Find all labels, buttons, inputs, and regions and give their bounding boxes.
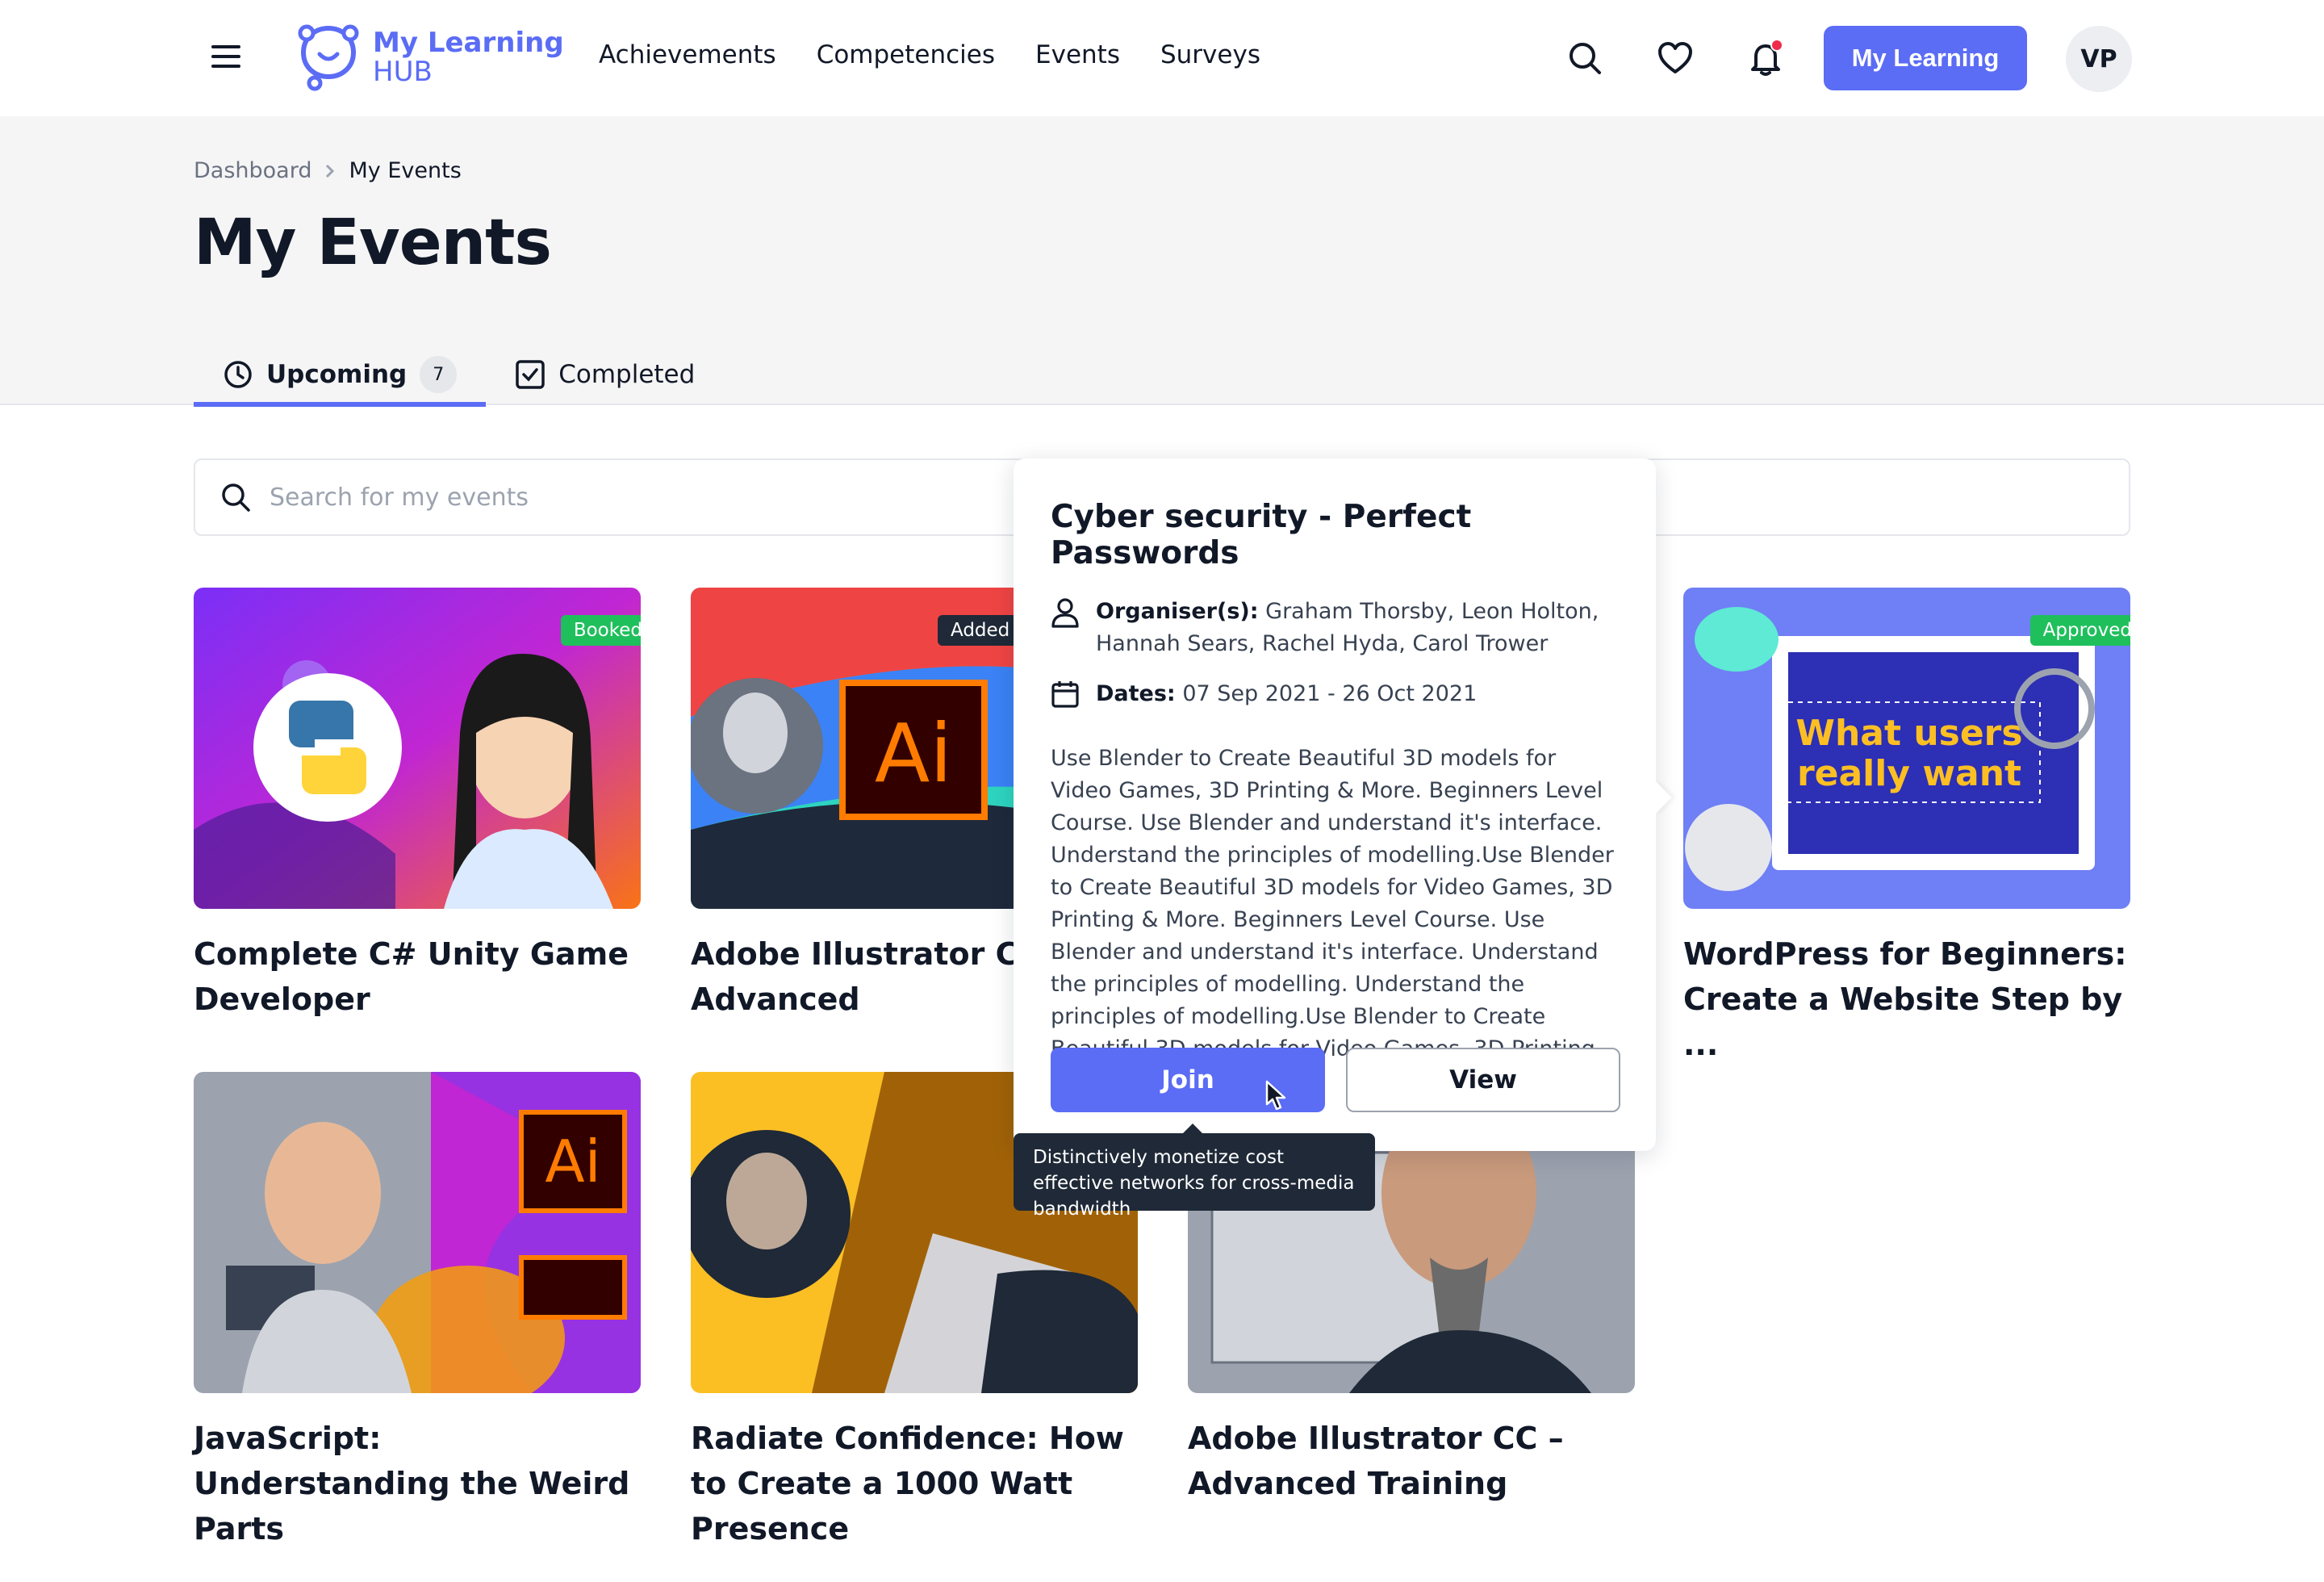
- organisers-row: Organiser(s): Graham Thorsby, Leon Holto…: [1051, 596, 1619, 660]
- nav-achievements[interactable]: Achievements: [599, 40, 776, 69]
- chevron-right-icon: [326, 164, 335, 178]
- search-input[interactable]: [270, 483, 1076, 512]
- popover-description: Use Blender to Create Beautiful 3D model…: [1051, 746, 1614, 1061]
- search-icon[interactable]: [1565, 39, 1604, 77]
- status-badge: Approved: [2029, 615, 2130, 646]
- view-button[interactable]: View: [1346, 1048, 1620, 1112]
- event-card[interactable]: Ai JavaScript: Understanding the Weird P…: [194, 1072, 641, 1551]
- event-title: Complete C# Unity Game Developer: [194, 936, 629, 1017]
- tab-upcoming[interactable]: Upcoming 7: [194, 344, 487, 407]
- tab-completed-label: Completed: [558, 360, 696, 389]
- event-title: Radiate Confidence: How to Create a 1000…: [691, 1421, 1124, 1546]
- logo-text: My Learning HUB: [373, 27, 564, 88]
- event-card[interactable]: What users really want Approved WordPres…: [1683, 588, 2130, 1067]
- thumbnail-text: really want: [1797, 753, 2021, 794]
- popover-arrow: [1640, 781, 1672, 814]
- breadcrumb-dashboard[interactable]: Dashboard: [194, 158, 311, 183]
- event-popover: Cyber security - Perfect Passwords Organ…: [1014, 458, 1672, 1151]
- ai-logo-text: Ai: [875, 706, 952, 801]
- event-card[interactable]: Booked Complete C# Unity Game Developer: [194, 588, 641, 1022]
- breadcrumb-current: My Events: [349, 158, 462, 183]
- ai-logo-text: Ai: [545, 1128, 600, 1195]
- page-title: My Events: [194, 207, 552, 279]
- top-header: My Learning HUB Achievements Competencie…: [0, 0, 2324, 116]
- nav-competencies[interactable]: Competencies: [817, 40, 995, 69]
- status-badge: Added: [938, 615, 1023, 646]
- join-tooltip: Distinctively monetize cost effective ne…: [1014, 1124, 1375, 1220]
- status-badge: Booked: [560, 615, 641, 646]
- dates-row: Dates: 07 Sep 2021 - 26 Oct 2021: [1051, 678, 1619, 718]
- popover-title: Cyber security - Perfect Passwords: [1051, 499, 1472, 571]
- notification-dot: [1770, 39, 1783, 52]
- page-head: Dashboard My Events My Events Upcoming 7…: [0, 116, 2324, 407]
- nav-events[interactable]: Events: [1035, 40, 1120, 69]
- bell-icon[interactable]: [1746, 39, 1785, 77]
- breadcrumb: Dashboard My Events: [194, 158, 462, 183]
- tab-upcoming-count: 7: [420, 356, 458, 393]
- logo-icon: [298, 24, 359, 91]
- calendar-icon: [1051, 678, 1083, 718]
- avatar[interactable]: VP: [2066, 26, 2132, 92]
- dates-label: Dates:: [1096, 681, 1176, 706]
- thumbnail-text: What users: [1795, 713, 2022, 754]
- logo[interactable]: My Learning HUB: [295, 21, 564, 94]
- checkbox-icon: [516, 360, 545, 389]
- organisers-label: Organiser(s):: [1096, 599, 1259, 624]
- what-users-really-want-thumbnail: What users really want Approved: [1683, 588, 2130, 909]
- main-nav: Achievements Competencies Events Surveys: [599, 40, 1260, 69]
- tab-upcoming-label: Upcoming: [266, 360, 408, 389]
- tabs: Upcoming 7 Completed: [194, 344, 724, 407]
- heart-icon[interactable]: [1656, 39, 1695, 77]
- search-icon: [222, 483, 250, 512]
- dates-value: 07 Sep 2021 - 26 Oct 2021: [1182, 681, 1478, 706]
- menu-icon[interactable]: [211, 45, 240, 71]
- user-icon: [1051, 596, 1083, 660]
- event-title: Adobe Illustrator CC – Advanced Training: [1188, 1421, 1564, 1501]
- event-title: JavaScript: Understanding the Weird Part…: [194, 1421, 630, 1546]
- tab-completed[interactable]: Completed: [486, 344, 724, 405]
- event-title: WordPress for Beginners: Create a Websit…: [1683, 936, 2127, 1062]
- nav-surveys[interactable]: Surveys: [1160, 40, 1260, 69]
- javascript-course-thumbnail: Ai: [194, 1072, 641, 1393]
- python-course-thumbnail: Booked: [194, 588, 641, 909]
- popover-actions: Join View: [1051, 1048, 1620, 1112]
- my-learning-button[interactable]: My Learning: [1824, 26, 2027, 90]
- mouse-cursor-icon: [1265, 1080, 1288, 1115]
- clock-icon: [224, 361, 252, 388]
